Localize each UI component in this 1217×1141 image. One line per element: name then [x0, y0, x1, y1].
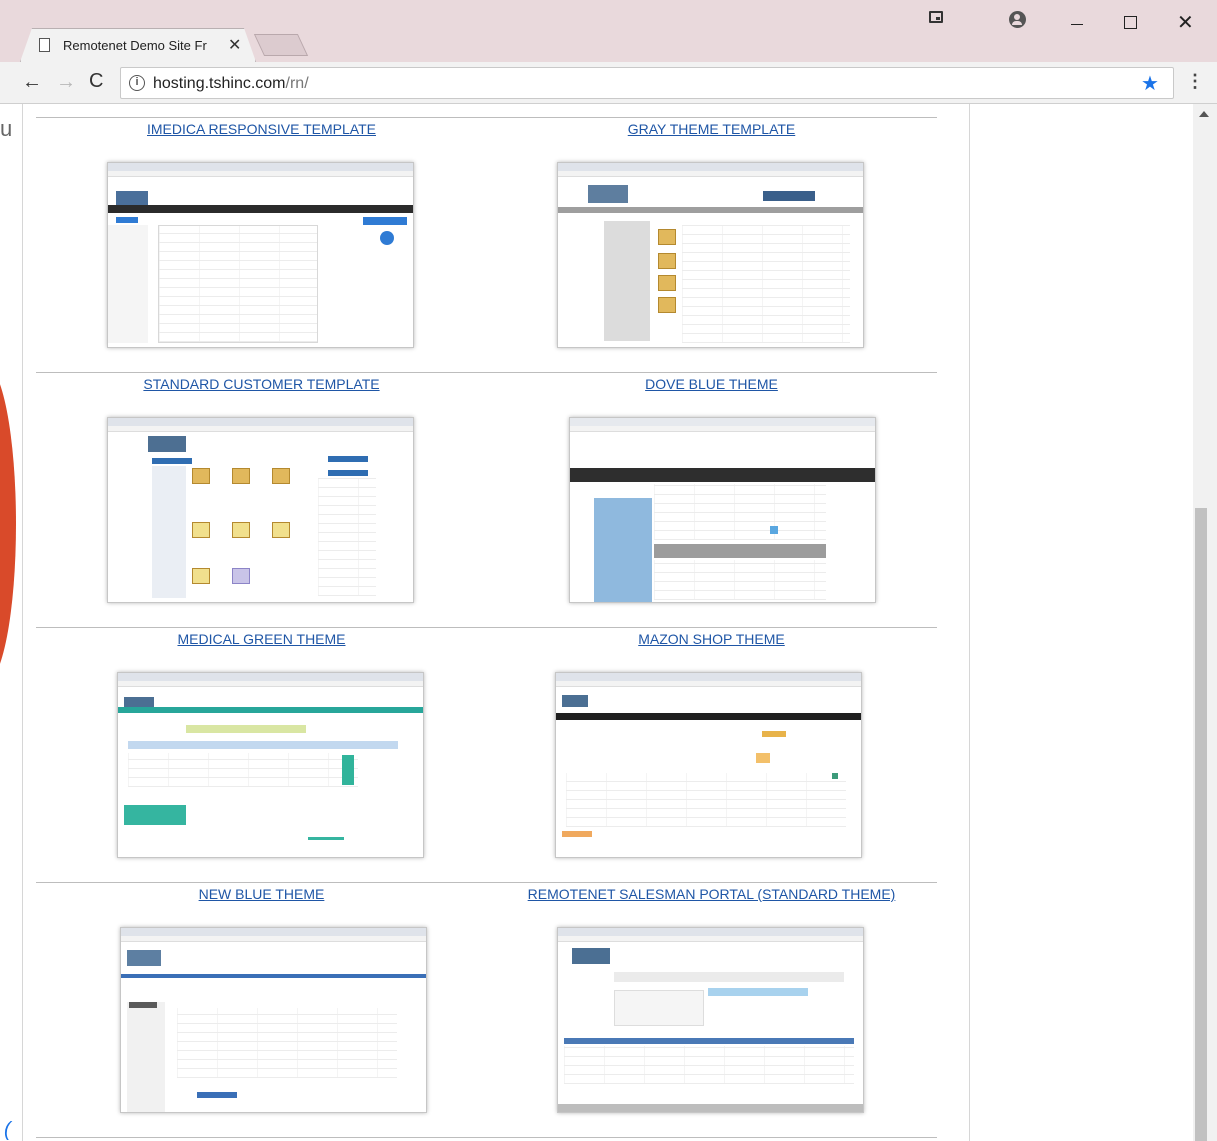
row-divider	[36, 1137, 937, 1138]
new-tab-button[interactable]	[253, 34, 309, 56]
content-left-border	[22, 104, 23, 1141]
row-divider	[36, 627, 937, 628]
browser-tab[interactable]: Remotenet Demo Site Fr ✕	[20, 28, 256, 62]
template-thumbnail-standard-customer[interactable]	[107, 417, 414, 603]
row-divider	[36, 882, 937, 883]
content-right-border	[969, 104, 970, 1141]
scrollbar-thumb[interactable]	[1195, 508, 1207, 1141]
template-thumbnail-imedica[interactable]	[107, 162, 414, 348]
address-bar[interactable]: i hosting.tshinc.com/rn/ ★	[120, 67, 1174, 99]
template-link-gray-theme[interactable]: GRAY THEME TEMPLATE	[486, 121, 937, 137]
reload-icon[interactable]: C	[89, 70, 103, 93]
clipped-heading-text: u	[0, 116, 13, 141]
template-link-mazon-shop[interactable]: MAZON SHOP THEME	[486, 631, 937, 647]
template-thumbnail-new-blue[interactable]	[120, 927, 427, 1113]
vertical-scrollbar[interactable]	[1193, 104, 1217, 1141]
more-menu-icon[interactable]: ⋮	[1186, 72, 1204, 90]
url-path: /rn/	[285, 75, 309, 92]
minimize-button[interactable]	[1071, 24, 1083, 25]
template-link-imedica[interactable]: IMEDICA RESPONSIVE TEMPLATE	[36, 121, 487, 137]
browser-toolbar: ← → C i hosting.tshinc.com/rn/ ★ ⋮	[0, 62, 1217, 104]
browser-title-bar: Remotenet Demo Site Fr ✕ ✕	[0, 0, 1217, 62]
template-thumbnail-gray-theme[interactable]	[557, 162, 864, 348]
url-host: hosting.tshinc.com	[153, 75, 286, 92]
template-link-standard-customer[interactable]: STANDARD CUSTOMER TEMPLATE	[36, 376, 487, 392]
profile-icon[interactable]	[1009, 11, 1026, 28]
close-window-button[interactable]: ✕	[1177, 10, 1194, 35]
template-link-salesman-portal[interactable]: REMOTENET SALESMAN PORTAL (STANDARD THEM…	[486, 886, 937, 902]
scroll-up-arrow-icon[interactable]	[1199, 111, 1209, 117]
row-divider	[36, 372, 937, 373]
template-thumbnail-dove-blue[interactable]	[569, 417, 876, 603]
template-link-medical-green[interactable]: MEDICAL GREEN THEME	[36, 631, 487, 647]
bookmark-star-icon[interactable]: ★	[1141, 71, 1159, 96]
tab-title: Remotenet Demo Site Fr	[63, 38, 207, 53]
template-thumbnail-medical-green[interactable]	[117, 672, 424, 858]
template-link-dove-blue[interactable]: DOVE BLUE THEME	[486, 376, 937, 392]
template-thumbnail-mazon-shop[interactable]	[555, 672, 862, 858]
page-content: u ( IMEDICA RESPONSIVE TEMPLATE GRAY THE…	[0, 104, 1193, 1141]
close-tab-icon[interactable]: ✕	[228, 35, 241, 55]
row-divider	[36, 117, 937, 118]
cast-icon[interactable]	[929, 11, 943, 23]
url-text: hosting.tshinc.com/rn/	[153, 75, 309, 93]
template-thumbnail-salesman-portal[interactable]	[557, 927, 864, 1113]
forward-arrow-icon[interactable]: →	[56, 71, 76, 94]
template-link-new-blue[interactable]: NEW BLUE THEME	[36, 886, 487, 902]
background-blue-mark: (	[4, 1119, 11, 1141]
info-icon[interactable]: i	[129, 75, 145, 91]
back-arrow-icon[interactable]: ←	[22, 71, 42, 94]
maximize-button[interactable]	[1124, 16, 1137, 29]
page-icon	[39, 38, 50, 52]
